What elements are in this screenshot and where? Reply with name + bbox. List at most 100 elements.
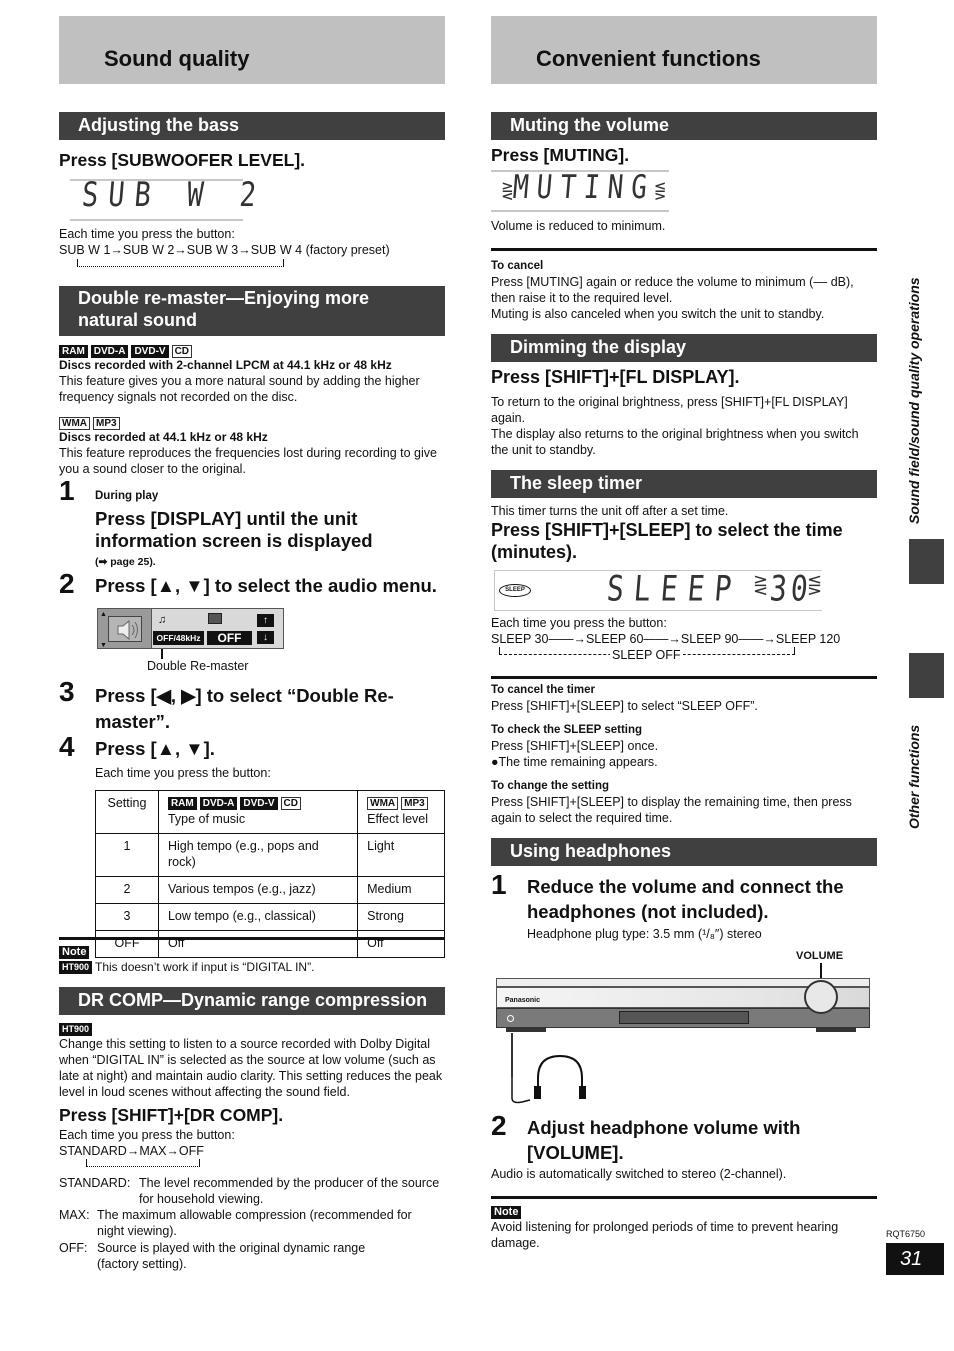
- osd-caption: Double Re-master: [147, 659, 249, 673]
- step4-heading: Press [▲, ▼].: [95, 738, 215, 759]
- section-title: Dimming the display: [510, 337, 687, 357]
- osd-scroll-down-icon: ▼: [100, 642, 107, 649]
- bass-lcd-display: SUB W 2: [80, 176, 268, 215]
- speaker-icon: [108, 616, 142, 642]
- badge-ht900: HT900: [59, 1023, 93, 1037]
- sleep-cancel-head: To cancel the timer: [491, 684, 595, 696]
- table-row: 3 Low tempo (e.g., classical) Strong: [95, 903, 445, 931]
- badge-ht900: HT900: [59, 961, 93, 975]
- hp-note-1: Avoid listening for prolonged periods of…: [491, 1220, 839, 1234]
- receiver-foot-right: [816, 1028, 856, 1032]
- sleep-lcd-display: SLEEP: [605, 567, 744, 609]
- dimming-body-3: The display also returns to the original…: [491, 427, 859, 441]
- muting-cancel-3: Muting is also canceled when you switch …: [491, 307, 825, 321]
- headphone-jack: [507, 1015, 514, 1022]
- blink-right-icon: ⋚: [807, 575, 823, 595]
- cell-effect: Light: [357, 833, 445, 877]
- music-note-icon: ♫: [158, 614, 167, 626]
- section-title: Muting the volume: [510, 115, 669, 135]
- sleep-press-1: Press [SHIFT]+[SLEEP] to select the time: [491, 520, 843, 540]
- section-adjusting-bass: Adjusting the bass: [59, 112, 445, 140]
- sleep-change-body-1: Press [SHIFT]+[SLEEP] to display the rem…: [491, 795, 852, 809]
- def-desc-max-2: night viewing).: [97, 1224, 177, 1238]
- note-divider: [59, 937, 445, 940]
- osd-value-off: OFF: [207, 631, 252, 645]
- header-badges-right: WMA MP3: [367, 795, 435, 811]
- hp-step-number-2: 2: [491, 1110, 507, 1141]
- badge-wma: WMA: [367, 797, 399, 811]
- sleep-check-bullet: ●The time remaining appears.: [491, 755, 658, 769]
- step1-heading: Press [DISPLAY] until the unit informati…: [95, 508, 373, 551]
- def-desc-max-1: The maximum allowable compression (recom…: [97, 1208, 412, 1222]
- volume-knob[interactable]: [804, 980, 838, 1014]
- def-desc-off-1: Source is played with the original dynam…: [97, 1241, 366, 1255]
- muting-lcd-display: MUTING: [511, 169, 657, 207]
- side-tab-sound[interactable]: [909, 539, 944, 584]
- left-page-title: Sound quality: [104, 46, 250, 71]
- step3-heading: Press [◀, ▶] to select “Double Re-master…: [95, 685, 394, 732]
- step-number-1: 1: [59, 475, 75, 506]
- muting-cancel-1: Press [MUTING] again or reduce the volum…: [491, 275, 854, 289]
- table-header-row: Setting RAM DVD-A DVD-V CD Type of music WM…: [95, 790, 445, 834]
- dimming-body-1: To return to the original brightness, pr…: [491, 395, 848, 409]
- badge-dvd-a: DVD-A: [199, 797, 238, 811]
- hp-step1-line2: headphones (not included).: [527, 901, 769, 922]
- bass-loop-arrow: [77, 259, 284, 267]
- section-muting: Muting the volume: [491, 112, 877, 140]
- left-page-header: Sound quality: [59, 16, 445, 84]
- muting-cancel-2: then raise it to the required level.: [491, 291, 673, 305]
- table-row: 2 Various tempos (e.g., jazz) Medium: [95, 876, 445, 904]
- step1-page-ref: (➡ page 25).: [95, 556, 156, 568]
- badge-mp3: MP3: [401, 797, 428, 811]
- drcomp-sequence: STANDARD→MAX→OFF: [59, 1144, 204, 1158]
- receiver-foot-left: [506, 1028, 546, 1032]
- drcomp-press-instruction: Press [SHIFT]+[DR COMP].: [59, 1105, 284, 1125]
- header-effect-label: Effect level: [367, 812, 429, 826]
- hp-step-number-1: 1: [491, 869, 507, 900]
- hp-step2-line2: [VOLUME].: [527, 1142, 624, 1163]
- brand-logo: Panasonic: [505, 997, 541, 1004]
- hp-step2-line1: Adjust headphone volume with: [527, 1117, 801, 1138]
- note-text: This doesn’t work if input is “DIGITAL I…: [95, 960, 315, 974]
- bass-each-time: Each time you press the button:: [59, 227, 235, 241]
- section-title: The sleep timer: [510, 473, 643, 493]
- dimming-press-instruction: Press [SHIFT]+[FL DISPLAY].: [491, 367, 740, 387]
- lcd-bottom-rule: [70, 219, 243, 221]
- note-content: HT900 This doesn’t work if input is “DIGI…: [59, 959, 314, 975]
- osd-scroll-up-icon: ▲: [100, 611, 107, 618]
- step-number-4: 4: [59, 731, 75, 762]
- table-row: OFF Off Off: [95, 930, 445, 958]
- step4-sub: Each time you press the button:: [95, 766, 271, 780]
- section-title-line1: Double re-master—Enjoying more: [78, 288, 370, 308]
- cell-setting: OFF: [95, 930, 159, 958]
- drcomp-body: Change this setting to listen to a sourc…: [59, 1037, 443, 1099]
- sleep-change-body-2: again to select the required time.: [491, 811, 673, 825]
- side-label-other-functions: Other functions: [906, 724, 922, 829]
- side-tab-other[interactable]: [909, 653, 944, 698]
- badge-cd: CD: [280, 797, 301, 811]
- section-dr-comp: DR COMP—Dynamic range compression: [59, 987, 445, 1015]
- header-type-label: Type of music: [167, 812, 246, 826]
- muting-body: Volume is reduced to minimum.: [491, 219, 666, 233]
- badge-dvd-v: DVD-V: [240, 797, 278, 811]
- def-term-max: MAX:: [59, 1208, 90, 1222]
- drcomp-loop-arrow: [86, 1159, 200, 1167]
- note-tag: Note: [59, 946, 90, 959]
- remaster-heading-b: Discs recorded at 44.1 kHz or 48 kHz: [59, 430, 268, 444]
- headphones-icon: [511, 1054, 586, 1104]
- osd-down-arrow-icon: ↓: [257, 631, 274, 644]
- cell-setting: 3: [95, 903, 159, 931]
- def-desc-standard-2: for household viewing.: [139, 1192, 264, 1206]
- cell-type: High tempo (e.g., pops and rock): [157, 833, 359, 877]
- note-label: Note: [59, 943, 90, 959]
- drcomp-each-time: Each time you press the button:: [59, 1128, 235, 1142]
- volume-label: VOLUME: [796, 950, 844, 962]
- cell-setting: 1: [95, 833, 159, 877]
- drcomp-badge-wrap: HT900: [59, 1021, 95, 1037]
- section-dimming: Dimming the display: [491, 334, 877, 362]
- cell-type: Various tempos (e.g., jazz): [157, 876, 359, 904]
- header-type-of-music: RAM DVD-A DVD-V CD Type of music: [157, 790, 359, 834]
- hp-note-label: Note: [491, 1203, 522, 1219]
- def-desc-off-2: (factory setting).: [97, 1257, 187, 1271]
- hp-note-2: damage.: [491, 1236, 540, 1250]
